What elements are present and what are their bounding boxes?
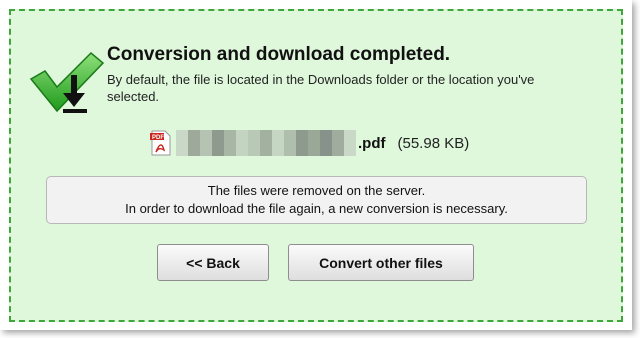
checkmark-download-icon: [29, 51, 105, 113]
back-button[interactable]: << Back: [157, 244, 269, 281]
redacted-file-name: [176, 130, 356, 156]
page-title: Conversion and download completed.: [107, 44, 451, 65]
location-hint: By default, the file is located in the D…: [107, 72, 535, 104]
convert-other-files-button[interactable]: Convert other files: [288, 244, 474, 281]
completion-panel: Conversion and download completed. By de…: [9, 9, 623, 322]
pdf-file-icon: PDF: [150, 130, 171, 156]
server-removal-notice: The files were removed on the server. In…: [46, 176, 587, 224]
file-size: (55.98 KB): [397, 134, 470, 152]
downloaded-file: PDF .pdf (55.98 KB): [150, 129, 469, 157]
notice-line-1: The files were removed on the server.: [207, 183, 426, 198]
notice-line-2: In order to download the file again, a n…: [125, 201, 508, 216]
svg-text:PDF: PDF: [152, 135, 164, 141]
file-extension: .pdf: [358, 134, 386, 152]
